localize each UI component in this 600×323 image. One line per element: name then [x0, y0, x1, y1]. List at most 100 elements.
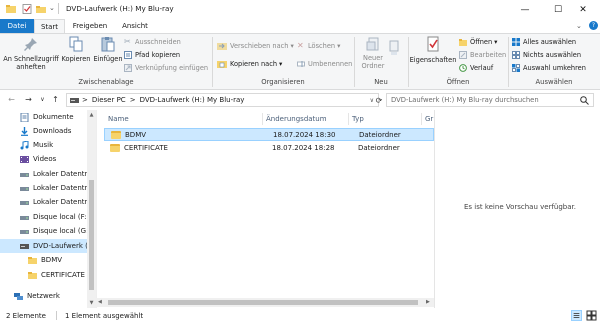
horizontal-scrollbar-thumb[interactable]	[108, 300, 418, 305]
tab-freigeben[interactable]: Freigeben	[68, 19, 112, 33]
recent-locations-button[interactable]: ∨	[36, 93, 49, 106]
nav-item-dokumente[interactable]: Dokumente	[0, 110, 88, 124]
cut-button[interactable]: ✂ Ausschneiden	[124, 37, 181, 47]
horizontal-scrollbar[interactable]: ◀ ▶	[96, 298, 434, 307]
nav-label: CERTIFICATE	[41, 271, 85, 279]
copy-to-button[interactable]: Kopieren nach ▾	[217, 60, 282, 68]
copy-path-label: Pfad kopieren	[135, 51, 181, 59]
scroll-left-icon[interactable]: ◀	[98, 298, 102, 307]
tab-datei[interactable]: Datei	[0, 19, 34, 33]
properties-quick-icon[interactable]	[22, 4, 32, 14]
group-label-auswaehlen: Auswählen	[535, 78, 573, 86]
history-button[interactable]: Verlauf	[459, 64, 493, 72]
tab-start[interactable]: Start	[34, 19, 65, 33]
help-icon[interactable]: ?	[589, 21, 598, 30]
paste-shortcut-button[interactable]: Verknüpfung einfügen	[124, 64, 208, 72]
select-none-button[interactable]: Nichts auswählen	[512, 51, 581, 59]
open-button[interactable]: Öffnen ▾	[459, 38, 497, 46]
nav-label: Lokaler Datenträ	[33, 184, 88, 192]
pin-quick-access-button[interactable]: An Schnellzugriff anheften	[3, 36, 59, 76]
forward-button[interactable]: →	[22, 93, 35, 106]
title-divider	[58, 3, 59, 14]
new-folder-quick-icon[interactable]	[36, 4, 46, 14]
back-button[interactable]: ←	[5, 93, 18, 106]
preview-divider[interactable]	[434, 110, 435, 308]
refresh-button[interactable]: ⟳	[373, 94, 385, 106]
column-header-name[interactable]: Name	[108, 113, 258, 125]
nav-item-dvd-drive[interactable]: DVD-Laufwerk (H	[0, 239, 88, 253]
column-header-date[interactable]: Änderungsdatum	[266, 113, 346, 125]
nav-label: Disque local (F:)	[33, 213, 88, 221]
column-header-type[interactable]: Typ	[352, 113, 418, 125]
nav-item-downloads[interactable]: Downloads	[0, 124, 88, 138]
scroll-up-icon[interactable]: ▲	[87, 112, 96, 118]
breadcrumb-separator: >	[82, 96, 88, 104]
copy-path-button[interactable]: Pfad kopieren	[124, 51, 180, 59]
scrollbar-thumb[interactable]	[89, 180, 94, 290]
delete-button[interactable]: ✕ Löschen ▾	[297, 42, 340, 51]
edit-icon	[459, 51, 467, 59]
scissors-icon: ✂	[124, 37, 131, 46]
nav-item-local-disk-2[interactable]: Lokaler Datenträ	[0, 181, 88, 195]
copy-label: Kopieren	[61, 55, 91, 63]
new-folder-icon	[366, 37, 379, 51]
group-label-oeffnen: Öffnen	[446, 78, 470, 86]
nav-label: Lokaler Datenträ	[33, 170, 88, 178]
new-folder-button[interactable]: Neuer Ordner	[358, 36, 388, 76]
move-to-button[interactable]: Verschieben nach ▾	[217, 42, 294, 50]
up-button[interactable]: ↑	[49, 93, 62, 106]
quick-access-toolbar-dropdown[interactable]: ⌄	[49, 4, 55, 12]
select-all-button[interactable]: Alles auswählen	[512, 38, 576, 46]
close-button[interactable]: ✕	[566, 0, 600, 19]
rename-button[interactable]: Umbenennen	[297, 60, 352, 68]
move-to-label: Verschieben nach	[230, 42, 289, 50]
select-none-label: Nichts auswählen	[523, 51, 582, 59]
column-divider[interactable]	[262, 113, 263, 125]
edit-label: Bearbeiten	[470, 51, 507, 59]
new-item-icon[interactable]	[389, 40, 399, 56]
nav-item-disque-f[interactable]: Disque local (F:)	[0, 210, 88, 224]
invert-selection-button[interactable]: Auswahl umkehren	[512, 64, 586, 72]
file-type: Dateiordner	[358, 143, 400, 152]
drive-icon	[20, 186, 29, 191]
nav-item-videos[interactable]: Videos	[0, 152, 88, 166]
file-row[interactable]: CERTIFICATE 18.07.2024 18:28 Dateiordner	[104, 141, 434, 154]
tab-ansicht[interactable]: Ansicht	[116, 19, 154, 33]
pin-label-line1: An Schnellzugriff	[3, 55, 59, 63]
file-row[interactable]: BDMV 18.07.2024 18:30 Dateiordner	[104, 128, 434, 141]
column-divider[interactable]	[421, 113, 422, 125]
breadcrumb-dieser-pc[interactable]: Dieser PC	[92, 96, 126, 104]
edit-button[interactable]: Bearbeiten	[459, 51, 506, 59]
scroll-right-icon[interactable]: ▶	[426, 298, 430, 307]
selection-count: 1 Element ausgewählt	[64, 311, 144, 320]
select-none-icon	[512, 51, 520, 59]
nav-item-musik[interactable]: Musik	[0, 138, 88, 152]
nav-item-netzwerk[interactable]: Netzwerk	[0, 289, 88, 303]
copy-button[interactable]: Kopieren	[60, 36, 92, 76]
properties-button[interactable]: Eigenschaften	[410, 36, 456, 76]
drive-icon	[20, 200, 29, 205]
downloads-icon	[21, 126, 28, 136]
navigation-scrollbar[interactable]: ▲ ▼	[87, 110, 96, 308]
videos-icon	[20, 155, 29, 163]
large-icons-view-icon[interactable]	[586, 310, 597, 321]
group-label-neu: Neu	[374, 78, 388, 86]
nav-label: BDMV	[41, 256, 63, 264]
column-divider[interactable]	[348, 113, 349, 125]
nav-item-disque-g[interactable]: Disque local (G:)	[0, 224, 88, 238]
ribbon-collapse-icon[interactable]: ⌄	[576, 22, 582, 30]
group-label-zwischenablage: Zwischenablage	[78, 78, 134, 86]
paste-button[interactable]: Einfügen	[92, 36, 124, 76]
nav-item-bdmv[interactable]: BDMV	[0, 253, 88, 267]
search-input[interactable]: DVD-Laufwerk (H:) My Blu-ray durchsuchen	[386, 93, 594, 107]
music-icon	[20, 140, 29, 149]
nav-item-local-disk-1[interactable]: Lokaler Datenträ	[0, 167, 88, 181]
details-view-icon[interactable]	[571, 310, 582, 321]
breadcrumb-dvd-drive[interactable]: DVD-Laufwerk (H:) My Blu-ray	[140, 96, 245, 104]
address-bar[interactable]: > Dieser PC > DVD-Laufwerk (H:) My Blu-r…	[66, 93, 379, 107]
nav-item-certificate[interactable]: CERTIFICATE	[0, 268, 88, 282]
cut-label: Ausschneiden	[135, 38, 181, 46]
scroll-down-icon[interactable]: ▼	[87, 300, 96, 306]
select-all-icon	[512, 38, 520, 46]
nav-item-local-disk-3[interactable]: Lokaler Datenträ	[0, 195, 88, 209]
